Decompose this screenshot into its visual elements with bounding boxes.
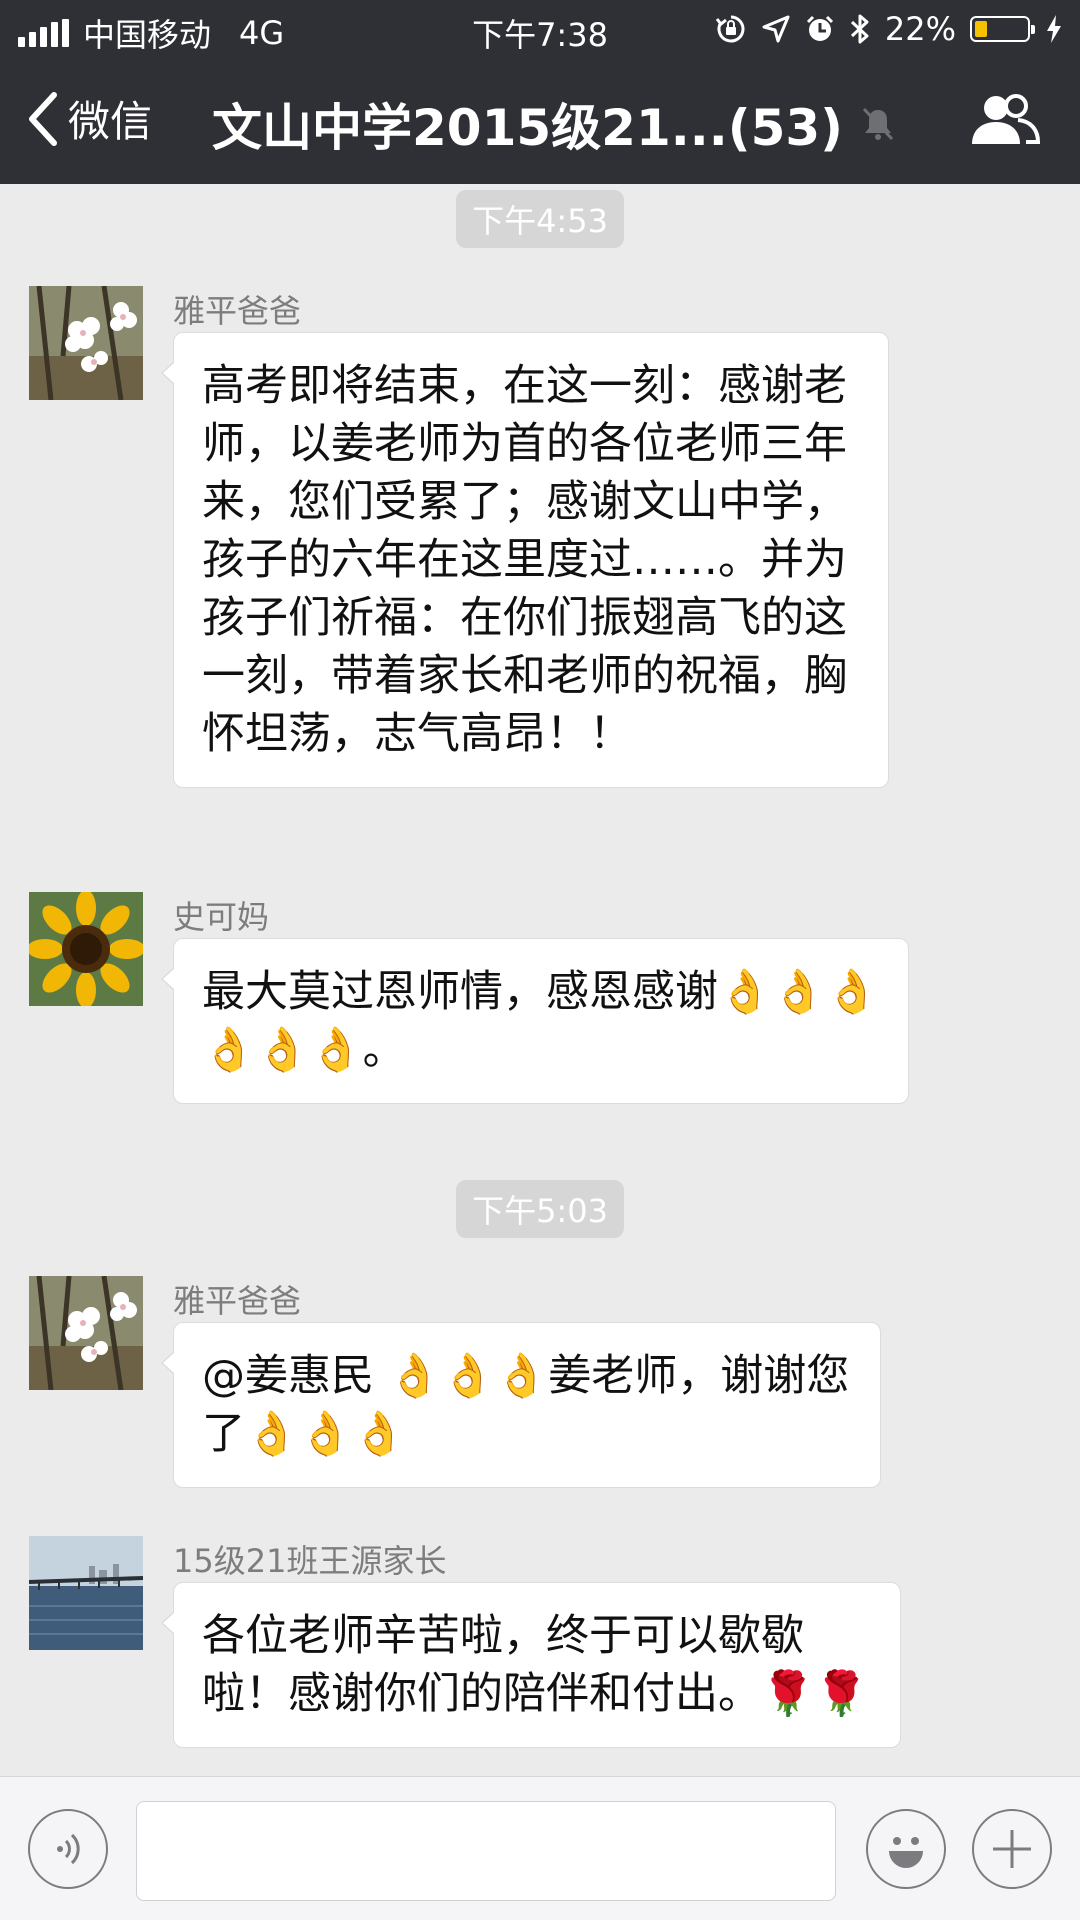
status-right: 22% <box>715 10 1064 48</box>
message-bubble[interactable]: 各位老师辛苦啦，终于可以歇歇啦！感谢你们的陪伴和付出。🌹🌹 <box>161 1582 901 1748</box>
sender-name: 史可妈 <box>173 898 270 936</box>
timestamp-label: 下午4:53 <box>456 190 624 248</box>
sender-name: 15级21班王源家长 <box>173 1542 447 1580</box>
timestamp: 下午5:03 <box>0 1180 1080 1238</box>
charging-icon <box>1047 15 1061 43</box>
seaside-pier-avatar-image <box>29 1536 143 1650</box>
battery-icon <box>970 16 1035 42</box>
emoji-button[interactable] <box>866 1809 946 1889</box>
more-button[interactable] <box>972 1809 1052 1889</box>
voice-icon <box>57 1833 80 1865</box>
group-members-icon <box>972 94 1041 144</box>
mute-bell-icon <box>862 107 894 141</box>
message-bubble[interactable]: 高考即将结束，在这一刻：感谢老师，以姜老师为首的各位老师三年来，您们受累了；感谢… <box>161 332 889 788</box>
message-bubble[interactable]: @姜惠民 👌👌👌姜老师，谢谢您了👌👌👌 <box>161 1322 881 1488</box>
timestamp-label: 下午5:03 <box>456 1180 624 1238</box>
sender-name: 雅平爸爸 <box>173 292 302 330</box>
message-bubble[interactable]: 最大莫过恩师情，感恩感谢👌👌👌👌👌👌。 <box>161 938 909 1104</box>
sender-name: 雅平爸爸 <box>173 1282 302 1320</box>
chat-area[interactable]: 下午4:53 雅平爸爸 高考即将结束，在这一刻：感谢老师，以姜老师为首的各位老师… <box>0 184 1080 1776</box>
voice-button[interactable] <box>28 1809 108 1889</box>
emoji-icon <box>889 1837 923 1868</box>
sunflower-avatar-image <box>29 892 143 1006</box>
group-info-button[interactable] <box>970 92 1041 150</box>
plus-icon <box>993 1830 1031 1868</box>
input-bar <box>0 1776 1080 1920</box>
alarm-icon <box>806 15 833 41</box>
avatar[interactable] <box>29 1536 143 1650</box>
rotation-lock-icon <box>715 15 745 43</box>
avatar[interactable] <box>29 1276 143 1390</box>
battery-percent: 22% <box>884 10 956 48</box>
nav-bar: 微信 文山中学2015级21...(53) <box>0 58 1080 184</box>
bluetooth-icon <box>850 14 869 44</box>
message-input[interactable] <box>136 1801 836 1901</box>
white-blossom-avatar-image <box>29 286 143 400</box>
avatar[interactable] <box>29 286 143 400</box>
avatar[interactable] <box>29 892 143 1006</box>
back-chevron-icon <box>29 91 57 146</box>
chat-title-text: 文山中学2015级21...(53) <box>212 99 844 157</box>
timestamp: 下午4:53 <box>0 190 1080 248</box>
status-bar: 中国移动 4G 下午7:38 22% <box>0 0 1080 58</box>
back-label: 微信 <box>68 97 153 146</box>
chat-title: 文山中学2015级21...(53) <box>212 88 895 160</box>
white-blossom-avatar-image <box>29 1276 143 1390</box>
location-icon <box>762 15 790 43</box>
back-button[interactable]: 微信 <box>26 88 152 149</box>
